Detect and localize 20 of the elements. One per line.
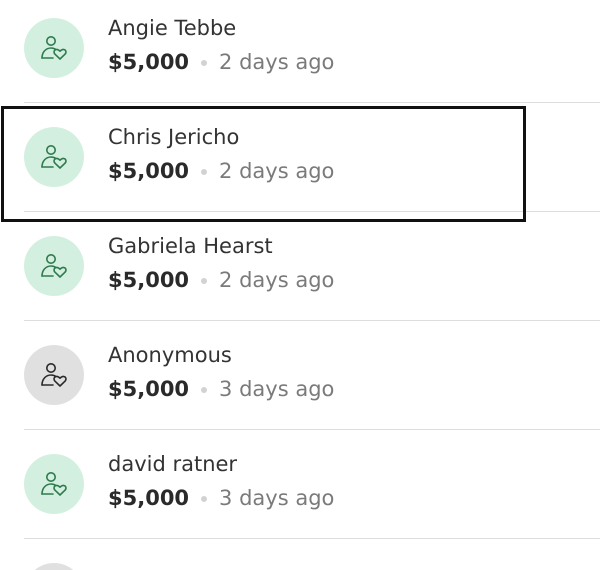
separator-dot xyxy=(201,278,208,284)
donor-name: Gabriela Hearst xyxy=(108,234,274,260)
separator-dot xyxy=(201,387,208,394)
donation-time: 3 days ago xyxy=(219,376,334,404)
donor-name: Anonymous xyxy=(108,343,233,368)
donation-amount: $5,000 xyxy=(108,267,190,294)
separator-dot xyxy=(201,60,208,66)
donation-time: 2 days ago xyxy=(219,49,334,76)
separator-dot xyxy=(201,496,208,502)
donor-name: david ratner xyxy=(108,452,238,478)
donation-amount: $5,000 xyxy=(108,376,190,404)
donation-time: 3 days ago xyxy=(219,485,334,512)
separator-dot xyxy=(201,169,208,176)
donor-name: Chris Jericho xyxy=(108,125,240,150)
donation-amount: $5,000 xyxy=(108,49,190,76)
donation-amount: $5,000 xyxy=(108,485,190,512)
donor-name: Angie Tebbe xyxy=(108,16,238,42)
donation-time: 2 days ago xyxy=(219,158,334,186)
donation-time: 2 days ago xyxy=(219,267,334,294)
donation-amount: $5,000 xyxy=(108,158,190,186)
